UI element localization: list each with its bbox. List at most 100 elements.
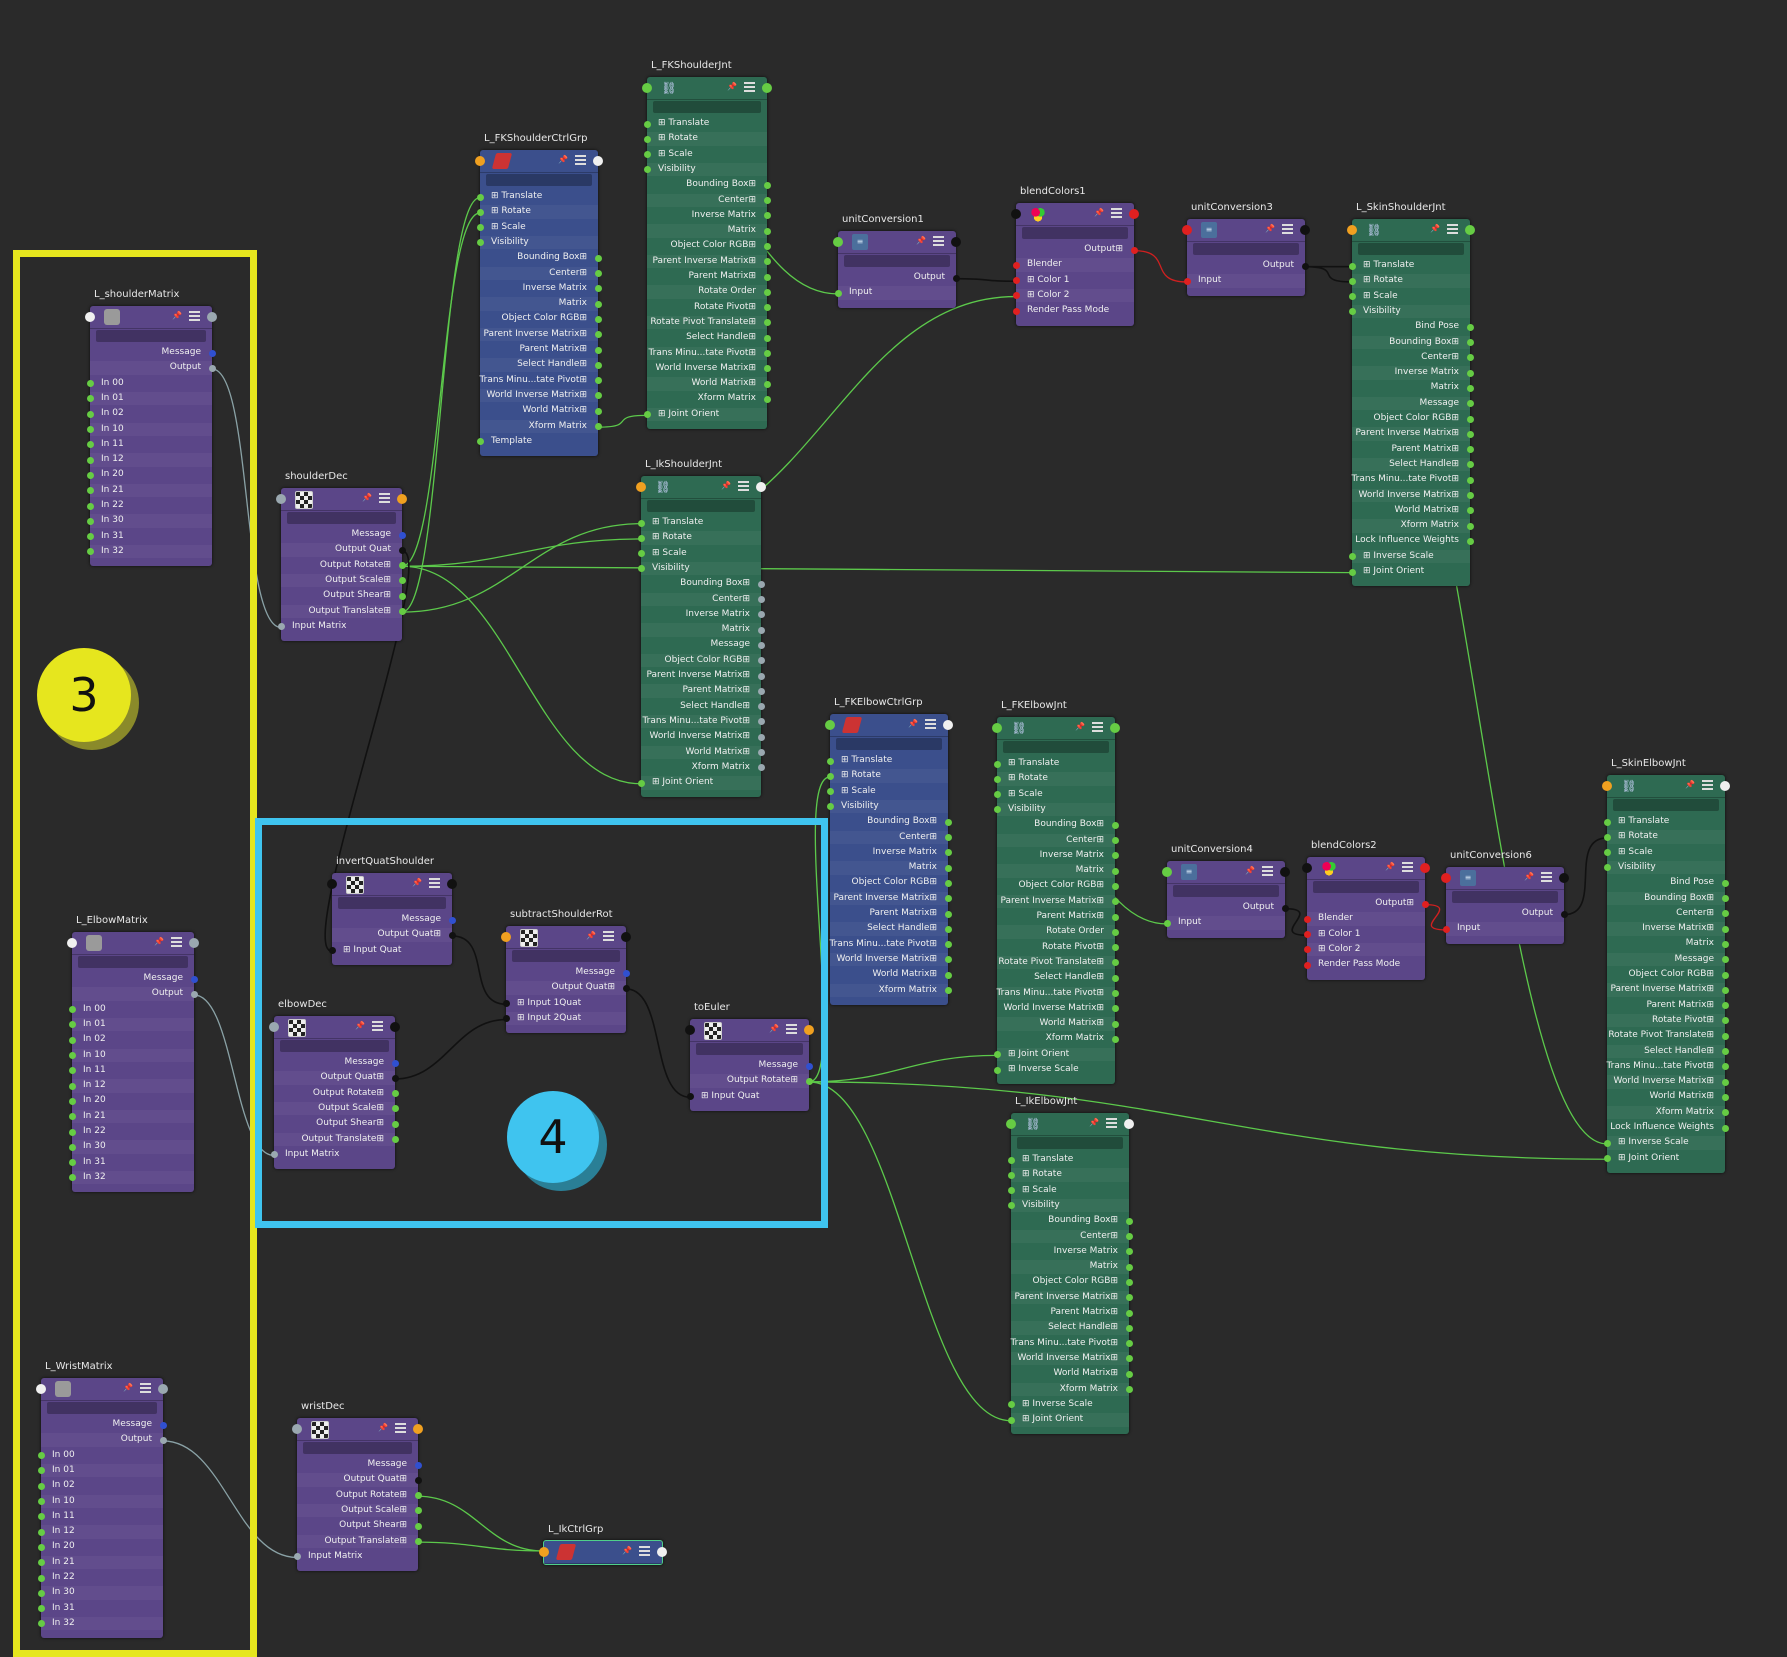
attribute-row[interactable]: ⊞ Translate bbox=[1348, 259, 1470, 273]
output-port[interactable] bbox=[208, 349, 216, 357]
input-port[interactable] bbox=[68, 1128, 76, 1136]
pin-icon[interactable]: 📌 bbox=[412, 878, 422, 888]
node-header[interactable]: 📌 bbox=[830, 714, 948, 737]
attribute-row[interactable]: In 00 bbox=[68, 1003, 194, 1017]
input-port[interactable] bbox=[1603, 833, 1611, 841]
output-port[interactable] bbox=[391, 1105, 399, 1113]
output-port[interactable] bbox=[1466, 492, 1474, 499]
attribute-row[interactable]: In 31 bbox=[86, 530, 212, 544]
node-name-field[interactable] bbox=[1613, 799, 1719, 811]
input-port[interactable] bbox=[1348, 262, 1356, 270]
input-port[interactable] bbox=[68, 1082, 76, 1090]
menu-icon[interactable] bbox=[925, 719, 936, 729]
attribute-row[interactable]: Input bbox=[1183, 274, 1305, 288]
attribute-row[interactable]: In 10 bbox=[68, 1048, 194, 1062]
node-input-port[interactable] bbox=[475, 156, 485, 166]
attribute-row[interactable]: Inverse Matrix bbox=[480, 282, 602, 296]
output-port[interactable] bbox=[398, 608, 406, 615]
input-port[interactable] bbox=[993, 775, 1001, 783]
menu-icon[interactable] bbox=[639, 1546, 650, 1556]
output-port[interactable] bbox=[594, 346, 602, 354]
node-input-port[interactable] bbox=[1347, 225, 1357, 235]
attribute-row[interactable]: In 22 bbox=[37, 1571, 163, 1585]
output-port[interactable] bbox=[1125, 1278, 1133, 1286]
output-port[interactable] bbox=[1111, 852, 1119, 860]
node-header[interactable]: ≡ 📌 bbox=[838, 231, 956, 254]
output-port[interactable] bbox=[1721, 956, 1729, 964]
attribute-row[interactable]: Object Color RGB⊞ bbox=[647, 239, 771, 253]
attribute-row[interactable]: In 30 bbox=[68, 1140, 194, 1154]
node-unitConversion4[interactable]: unitConversion4 ≡ 📌 Output Input bbox=[1162, 844, 1290, 938]
attribute-row[interactable]: ⊞ Scale bbox=[1348, 290, 1470, 304]
connection-wire[interactable] bbox=[162, 1440, 298, 1559]
input-port[interactable] bbox=[476, 438, 484, 446]
input-port[interactable] bbox=[643, 411, 651, 419]
node-unitConversion1[interactable]: unitConversion1 ≡ 📌 Output Input bbox=[833, 214, 961, 308]
output-port[interactable] bbox=[944, 818, 952, 826]
node-wristDec[interactable]: wristDec 📌 Message Output Quat⊞ Output Rotat… bbox=[292, 1401, 423, 1572]
node-output-port[interactable] bbox=[756, 482, 766, 492]
attribute-row[interactable]: Output Shear⊞ bbox=[297, 1519, 422, 1533]
output-port[interactable] bbox=[763, 212, 771, 220]
input-port[interactable] bbox=[993, 760, 1001, 768]
pin-icon[interactable]: 📌 bbox=[721, 481, 731, 491]
attribute-row[interactable]: World Matrix⊞ bbox=[647, 377, 771, 391]
attribute-row[interactable]: In 30 bbox=[86, 514, 212, 528]
menu-icon[interactable] bbox=[379, 493, 390, 503]
input-port[interactable] bbox=[637, 550, 645, 558]
node-name-field[interactable] bbox=[1003, 741, 1109, 753]
menu-icon[interactable] bbox=[1282, 224, 1293, 234]
attribute-row[interactable]: Parent Inverse Matrix⊞ bbox=[830, 891, 952, 906]
node-header[interactable]: ≡ 📌 bbox=[1187, 219, 1305, 242]
connection-wire[interactable] bbox=[401, 538, 642, 567]
attribute-row[interactable]: Bounding Box⊞ bbox=[997, 818, 1119, 832]
input-port[interactable] bbox=[37, 1620, 45, 1628]
attribute-row[interactable]: In 22 bbox=[68, 1125, 194, 1139]
attribute-row[interactable]: ⊞ Rotate bbox=[476, 205, 598, 219]
attribute-row[interactable]: ⊞ Joint Orient bbox=[1348, 565, 1470, 579]
menu-icon[interactable] bbox=[429, 878, 440, 888]
node-output-port[interactable] bbox=[951, 237, 961, 247]
node-header[interactable]: ⛓ 📌 bbox=[997, 717, 1115, 740]
attribute-row[interactable]: ⊞ Rotate bbox=[1007, 1168, 1129, 1182]
node-header[interactable]: ⛓ 📌 bbox=[1352, 219, 1470, 242]
attribute-row[interactable]: In 32 bbox=[37, 1616, 163, 1631]
input-port[interactable] bbox=[1163, 919, 1171, 927]
node-output-port[interactable] bbox=[804, 1025, 814, 1035]
input-port[interactable] bbox=[86, 548, 94, 556]
attribute-row[interactable]: ⊞ Translate bbox=[637, 516, 761, 530]
pin-icon[interactable]: 📌 bbox=[1385, 862, 1395, 872]
output-port[interactable] bbox=[1466, 522, 1474, 530]
attribute-row[interactable]: ⊞ Inverse Scale bbox=[993, 1063, 1115, 1077]
node-output-port[interactable] bbox=[1720, 781, 1730, 791]
attribute-row[interactable]: Parent Matrix⊞ bbox=[480, 343, 602, 357]
node-name-field[interactable] bbox=[1022, 227, 1128, 239]
output-port[interactable] bbox=[398, 592, 406, 600]
input-port[interactable] bbox=[277, 623, 285, 631]
pin-icon[interactable]: 📌 bbox=[622, 1546, 632, 1556]
attribute-row[interactable]: World Inverse Matrix⊞ bbox=[480, 388, 602, 403]
attribute-row[interactable]: Message bbox=[72, 972, 198, 986]
output-port[interactable] bbox=[1721, 1002, 1729, 1010]
output-port[interactable] bbox=[414, 1492, 422, 1500]
output-port[interactable] bbox=[622, 969, 630, 977]
attribute-row[interactable]: ⊞ Translate bbox=[826, 754, 948, 768]
input-port[interactable] bbox=[1012, 277, 1020, 285]
attribute-row[interactable]: Bounding Box⊞ bbox=[641, 577, 765, 591]
attribute-row[interactable]: ⊞ Inverse Scale bbox=[1348, 549, 1470, 564]
attribute-row[interactable]: Parent Inverse Matrix⊞ bbox=[480, 327, 602, 342]
attribute-row[interactable]: Select Handle⊞ bbox=[997, 971, 1119, 985]
node-input-port[interactable] bbox=[1602, 781, 1612, 791]
attribute-row[interactable]: Output Quat⊞ bbox=[274, 1071, 399, 1085]
pin-icon[interactable]: 📌 bbox=[1089, 1118, 1099, 1128]
node-invertQuatShoulder[interactable]: invertQuatShoulder 📌 Message Output Quat⊞ ⊞ … bbox=[327, 856, 457, 965]
output-port[interactable] bbox=[1721, 940, 1729, 948]
attribute-row[interactable]: Output Shear⊞ bbox=[274, 1117, 399, 1131]
output-port[interactable] bbox=[757, 764, 765, 772]
connection-wire[interactable] bbox=[211, 368, 282, 629]
node-input-port[interactable] bbox=[636, 482, 646, 492]
output-port[interactable] bbox=[805, 1077, 813, 1085]
input-port[interactable] bbox=[1442, 925, 1450, 933]
node-output-port[interactable] bbox=[1110, 723, 1120, 733]
attribute-row[interactable]: In 11 bbox=[86, 438, 212, 452]
